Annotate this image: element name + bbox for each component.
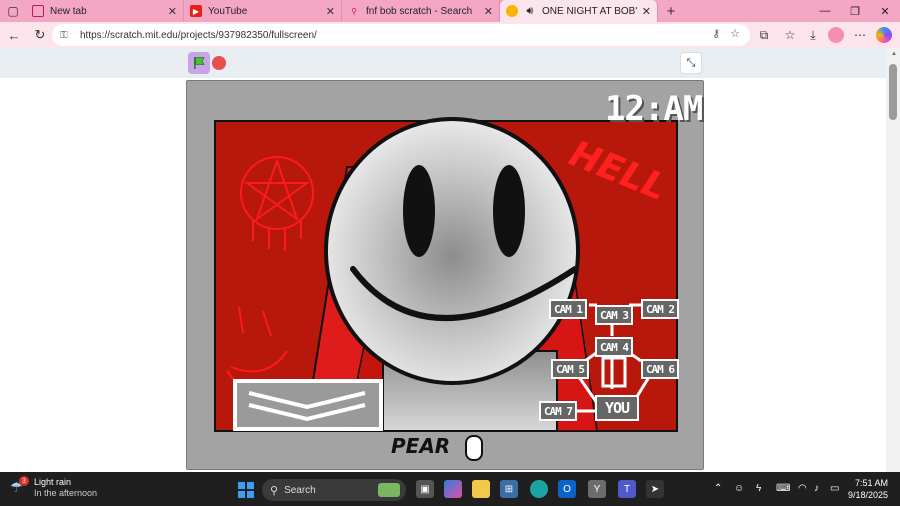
favorites-icon[interactable]: ☆ xyxy=(780,25,800,45)
tab-title: New tab xyxy=(50,5,87,17)
right-eye xyxy=(493,165,525,257)
copilot-icon[interactable] xyxy=(874,25,894,45)
key-icon[interactable]: ⚷ xyxy=(712,27,720,40)
discord-icon[interactable]: ☺ xyxy=(734,483,744,494)
app-y-icon[interactable]: Y xyxy=(588,480,606,498)
windows-taskbar: ☂ 3 Light rain In the afternoon ⚲ Search… xyxy=(0,472,900,506)
speaker-icon[interactable]: 🔊︎ xyxy=(524,5,536,17)
tab-strip: ▢ New tab ✕ ▶ YouTube ✕ ⚲ fnf bob scratc… xyxy=(0,0,900,22)
downloads-icon[interactable]: ⤓ xyxy=(803,25,823,45)
volume-icon[interactable]: ♪ xyxy=(814,483,819,494)
scratch-stage[interactable]: HELL 12:AM CAM 1 CAM 2 CAM 3 CAM 4 CAM 5… xyxy=(186,80,704,470)
keyboard-icon[interactable]: ⌨ xyxy=(776,483,790,494)
weather-subtitle: In the afternoon xyxy=(34,488,98,498)
search-placeholder: Search xyxy=(284,484,316,496)
address-bar[interactable]: ⚿ https://scratch.mit.edu/projects/93798… xyxy=(52,24,750,46)
search-icon: ⚲ xyxy=(270,484,279,497)
cam-7-button[interactable]: CAM 7 xyxy=(539,401,577,421)
close-icon[interactable]: ✕ xyxy=(326,5,335,18)
favorite-star-icon[interactable]: ☆ xyxy=(730,27,740,40)
left-eye xyxy=(403,165,435,257)
pear-label: PEAR xyxy=(391,434,484,461)
search-icon: ⚲ xyxy=(351,6,357,16)
new-tab-button[interactable]: + xyxy=(658,0,684,22)
rain-cloud-icon: ☂ 3 xyxy=(10,476,29,497)
tab-youtube[interactable]: ▶ YouTube ✕ xyxy=(184,0,342,22)
copilot-app-icon[interactable] xyxy=(444,480,462,498)
tray-chevron-icon[interactable]: ⌃ xyxy=(714,483,722,494)
close-icon[interactable]: ✕ xyxy=(484,5,493,18)
cam-1-button[interactable]: CAM 1 xyxy=(549,299,587,319)
profile-avatar[interactable] xyxy=(826,25,846,45)
smiley-face xyxy=(324,117,580,385)
clock-time: 7:51 AM xyxy=(854,478,888,488)
tab-title: YouTube xyxy=(208,5,248,17)
exit-fullscreen-button[interactable]: ⤡ xyxy=(680,52,702,74)
youtube-icon: ▶ xyxy=(190,5,202,17)
scroll-up-icon[interactable]: ▲ xyxy=(891,51,897,57)
minimize-icon[interactable]: — xyxy=(810,0,840,22)
url-text: https://scratch.mit.edu/projects/9379823… xyxy=(80,29,317,41)
outlook-icon[interactable]: O xyxy=(558,480,576,498)
pear-text: PEAR xyxy=(391,434,451,458)
close-icon[interactable]: ✕ xyxy=(642,5,651,18)
tab-search[interactable]: ⚲ fnf bob scratch - Search ✕ xyxy=(342,0,500,22)
more-menu-icon[interactable]: ⋯ xyxy=(850,25,870,45)
weather-widget[interactable]: ☂ 3 Light rain In the afternoon xyxy=(10,476,98,499)
cam-6-button[interactable]: CAM 6 xyxy=(641,359,679,379)
scratch-icon xyxy=(506,5,518,17)
task-view-icon[interactable]: ▣ xyxy=(416,480,434,498)
site-info-icon[interactable]: ⚿ xyxy=(60,30,72,41)
page-scrollbar[interactable]: ▲ xyxy=(886,48,900,472)
cam-4-button[interactable]: CAM 4 xyxy=(595,337,633,357)
tab-title: ONE NIGHT AT BOB'S 2 on S xyxy=(542,5,638,17)
notification-badge: 3 xyxy=(19,476,29,486)
stage-controls: ⤡ xyxy=(0,48,886,78)
back-icon[interactable]: ← xyxy=(2,23,26,47)
weather-title: Light rain xyxy=(34,477,72,487)
clock-date: 9/18/2025 xyxy=(847,490,888,500)
close-icon[interactable]: ✕ xyxy=(168,5,177,18)
taskbar-search[interactable]: ⚲ Search xyxy=(262,479,406,501)
teams-icon[interactable]: T xyxy=(618,480,636,498)
tab-scratch-project[interactable]: 🔊︎ ONE NIGHT AT BOB'S 2 on S ✕ xyxy=(500,0,658,22)
scroll-thumb[interactable] xyxy=(889,64,897,120)
info-icon[interactable] xyxy=(465,434,484,461)
night-clock: 12:AM xyxy=(605,89,703,129)
close-window-icon[interactable]: ✕ xyxy=(870,0,900,22)
search-highlight-icon xyxy=(378,483,400,497)
restore-icon[interactable]: ❐ xyxy=(840,0,870,22)
you-marker: YOU xyxy=(595,395,639,421)
stop-button[interactable] xyxy=(212,56,226,70)
cam-2-button[interactable]: CAM 2 xyxy=(641,299,679,319)
store-icon[interactable]: ⊞ xyxy=(500,480,518,498)
refresh-icon[interactable]: ↻ xyxy=(28,23,52,47)
cam-3-button[interactable]: CAM 3 xyxy=(595,305,633,325)
extensions-icon[interactable]: ⧉ xyxy=(754,25,774,45)
page-content: ⤡ ▲ HELL 12:AM CAM 1 CAM 2 CAM 3 CAM 4 C… xyxy=(0,48,900,472)
battery-icon[interactable]: ▭ xyxy=(830,483,839,494)
file-explorer-icon[interactable] xyxy=(472,480,490,498)
green-flag-button[interactable] xyxy=(188,52,210,74)
green-flag-icon xyxy=(194,57,205,69)
tab-title: fnf bob scratch - Search xyxy=(366,5,473,17)
wifi-icon[interactable]: ◠ xyxy=(798,483,807,494)
tab-new-tab[interactable]: New tab ✕ xyxy=(26,0,184,22)
new-tab-icon xyxy=(32,5,44,17)
cam-5-button[interactable]: CAM 5 xyxy=(551,359,589,379)
windows-start-icon[interactable] xyxy=(238,482,254,498)
lightning-icon[interactable]: ϟ xyxy=(756,483,761,494)
edge-icon[interactable] xyxy=(530,480,548,498)
tab-actions-icon[interactable]: ▢ xyxy=(0,0,26,22)
system-clock[interactable]: 7:51 AM 9/18/2025 xyxy=(848,477,888,501)
paper-plane-icon[interactable]: ➤ xyxy=(646,480,664,498)
